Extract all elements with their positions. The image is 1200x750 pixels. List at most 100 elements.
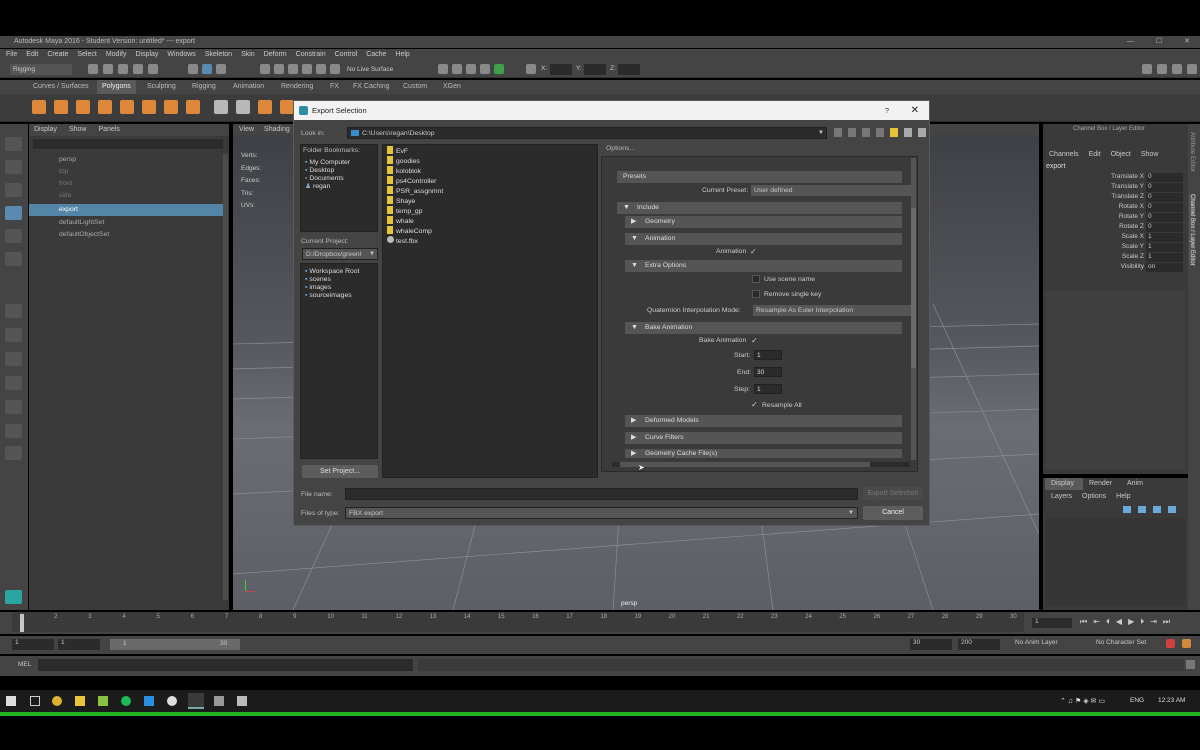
combine-icon[interactable] [214,100,228,114]
extra-options-section[interactable]: ▼ Extra Options [625,260,902,272]
render-view-icon[interactable] [494,64,504,74]
taskbar-app2-icon[interactable] [237,696,247,706]
curve-filters-section[interactable]: ▶ Curve Filters [625,432,902,444]
shelf-tab-fx[interactable]: FX [325,80,344,94]
forward-icon[interactable] [848,128,856,137]
single-perspective-icon[interactable] [5,304,22,318]
four-view-icon[interactable] [5,328,22,342]
shelf-tab-curves[interactable]: Curves / Surfaces [28,80,94,94]
channel-value[interactable]: 0 [1146,223,1183,232]
layer-list[interactable] [1046,518,1185,606]
viewport-menu-shading[interactable]: Shading [264,124,290,135]
menu-skeleton[interactable]: Skeleton [205,49,232,61]
viewport-menu-view[interactable]: View [239,124,254,135]
detail-view-icon[interactable] [918,128,926,137]
render-icon[interactable] [438,64,448,74]
dialog-help-button[interactable]: ? [885,101,889,120]
snap-point-icon[interactable] [288,64,298,74]
ipr-render-icon[interactable] [452,64,462,74]
task-view-icon[interactable] [30,696,40,706]
start-field[interactable]: 1 [754,350,782,360]
select-object-icon[interactable] [202,64,212,74]
new-layer-selected-icon[interactable] [1168,506,1176,513]
set-project-button[interactable]: Set Project... [302,465,378,478]
project-item-sourceimages[interactable]: ▪ sourceimages [305,291,352,301]
menu-help[interactable]: Help [395,49,409,61]
character-controls-icon[interactable] [1157,64,1167,74]
remove-single-key-checkbox[interactable] [752,290,760,298]
resample-all-checkbox[interactable]: ✓ [751,400,758,409]
menu-cache[interactable]: Cache [366,49,386,61]
menu-skin[interactable]: Skin [241,49,255,61]
export-selection-button[interactable]: Export Selection [863,487,923,500]
time-slider[interactable]: 1 2 3 4 5 6 7 8 9 10 11 12 13 14 15 16 17 18 19 20 21 22 23 24 2… [0,612,1200,634]
rotate-tool-icon[interactable] [5,229,22,243]
outliner-menu-show[interactable]: Show [69,124,87,136]
layer-menu-help[interactable]: Help [1116,493,1130,500]
snap-surface-icon[interactable] [316,64,326,74]
playback-end-field[interactable]: 30 [910,639,952,650]
menu-control[interactable]: Control [335,49,358,61]
scale-tool-icon[interactable] [5,252,22,266]
open-scene-icon[interactable] [103,64,113,74]
boolean-icon[interactable] [280,100,294,114]
transform-mode-icon[interactable] [526,64,536,74]
cb-menu-edit[interactable]: Edit [1089,151,1101,158]
layer-tab-display[interactable]: Display [1045,478,1083,490]
menu-constrain[interactable]: Constrain [296,49,326,61]
playback-start-field[interactable]: 1 [58,639,100,650]
attribute-editor-icon[interactable] [1172,64,1182,74]
channel-row[interactable]: Rotate Y0 [1043,213,1188,223]
include-section[interactable]: ▼ Include [617,202,902,214]
channel-row[interactable]: Rotate Z0 [1043,223,1188,233]
menu-file[interactable]: File [6,49,17,61]
side-tab-attribute-editor[interactable]: Attribute Editor [1189,132,1195,172]
home-icon[interactable] [876,128,884,137]
options-hscrollbar-thumb[interactable] [620,462,870,467]
channel-row[interactable]: Visibility on [1043,263,1188,273]
geometry-section[interactable]: ▶ Geometry [625,216,902,228]
channel-row[interactable]: Translate X0 [1043,173,1188,183]
minimize-icon[interactable]: — [1127,36,1134,48]
channel-value[interactable]: 0 [1146,173,1183,182]
channel-value[interactable]: 1 [1146,233,1183,242]
geometry-cache-section[interactable]: ▶ Geometry Cache File(s) [625,449,902,458]
bookmark-regan[interactable]: ♟ regan [305,182,330,192]
lasso-tool-icon[interactable] [5,160,22,174]
channel-row[interactable]: Rotate X0 [1043,203,1188,213]
layer-move-down-icon[interactable] [1138,506,1146,513]
outliner-item-persp[interactable]: persp [29,154,224,166]
go-to-start-icon[interactable]: ⏮ [1080,617,1087,627]
maya-taskbar-icon[interactable] [188,693,204,709]
animation-section[interactable]: ▼ Animation [625,233,902,245]
current-project-dropdown[interactable]: D:/Dropbox/greenl ▼ [302,248,378,260]
channel-row[interactable]: Scale Z1 [1043,253,1188,263]
poly-sphere-icon[interactable] [32,100,46,114]
select-hierarchy-icon[interactable] [188,64,198,74]
file-list[interactable]: EvF goodies koloblok ps4Controller PSR_a… [382,144,598,478]
play-forward-icon[interactable]: ▶ [1128,617,1134,627]
channel-row[interactable]: Scale X1 [1043,233,1188,243]
channel-value[interactable]: 1 [1146,243,1183,252]
quaternion-mode-dropdown[interactable]: Resample As Euler Interpolation [753,305,911,316]
options-hscrollbar[interactable] [612,462,910,467]
cb-menu-channels[interactable]: Channels [1049,151,1079,158]
skype-icon[interactable] [144,696,154,706]
end-field[interactable]: 30 [754,367,782,377]
move-tool-icon[interactable] [5,206,22,220]
shelf-tab-polygons[interactable]: Polygons [97,80,136,94]
new-layer-icon[interactable] [1153,506,1161,513]
tray-icons[interactable]: ⌃ ♫ ⚑ ◈ ✉ ▭ [1060,697,1105,705]
poly-cube-icon[interactable] [54,100,68,114]
persp-graph-icon[interactable] [5,376,22,390]
maximize-icon[interactable]: ☐ [1156,36,1162,48]
menu-modify[interactable]: Modify [106,49,127,61]
look-in-dropdown[interactable]: C:\Users\regan\Desktop ▼ [347,127,827,139]
smooth-icon[interactable] [258,100,272,114]
layout-two-icon[interactable] [5,424,22,438]
new-scene-icon[interactable] [88,64,98,74]
snap-live-icon[interactable] [330,64,340,74]
render-settings-icon[interactable] [466,64,476,74]
options-scrollbar-track[interactable] [911,158,916,460]
animation-checkbox[interactable]: ✓ [750,247,757,256]
